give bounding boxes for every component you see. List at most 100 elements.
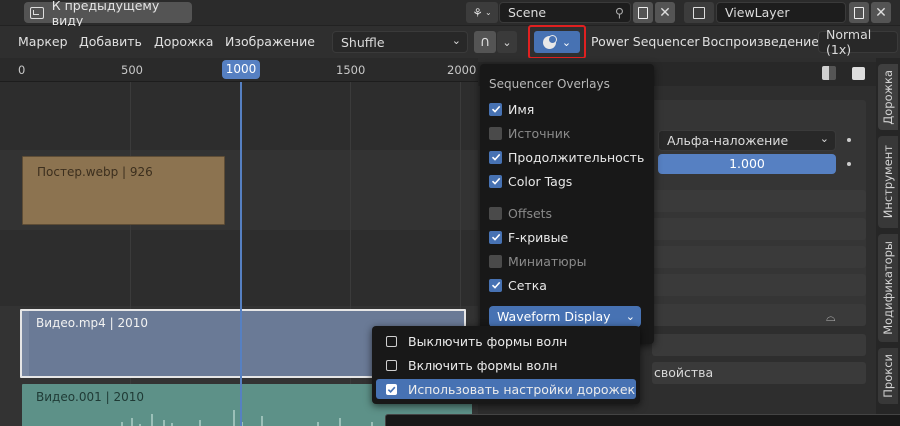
checkbox-checked-icon[interactable] (489, 174, 502, 188)
checkbox-checked-icon[interactable] (489, 102, 502, 116)
checkbox-checked-icon[interactable] (489, 278, 502, 292)
close-icon: ✕ (659, 4, 671, 21)
menu-add[interactable]: Добавить (79, 34, 142, 49)
waveform-option-label: Использовать настройки дорожек (408, 381, 636, 397)
overlay-option-label: Источник (508, 125, 571, 141)
keyframe-dot[interactable] (847, 162, 851, 166)
menu-strip[interactable]: Дорожка (154, 34, 213, 49)
tab-tool[interactable]: Инструмент (878, 136, 898, 228)
scene-copy-button[interactable] (633, 2, 653, 23)
checkbox-checked-icon[interactable] (489, 150, 502, 164)
waveform-option-use-strip-settings[interactable]: Использовать настройки дорожек (376, 379, 636, 399)
menu-power-sequencer[interactable]: Power Sequencer (591, 34, 700, 49)
scene-delete-button[interactable]: ✕ (655, 2, 675, 23)
overlays-button[interactable]: ⌄ (534, 31, 580, 53)
overlay-option-grid[interactable]: Сетка (489, 276, 547, 294)
waveform-option-on[interactable]: Включить формы волн (376, 355, 636, 375)
checkbox-unchecked-icon (386, 335, 397, 347)
panel-row (652, 334, 866, 356)
sequencer-menu-bar: Маркер Добавить Дорожка Изображение Shuf… (0, 25, 900, 59)
checkbox-checked-icon (386, 383, 397, 395)
pin-icon[interactable]: ⚲ (615, 5, 624, 20)
blend-mode-dropdown[interactable]: Альфа-наложение ⌄ (658, 130, 836, 151)
ruler-tick: 0 (18, 63, 26, 77)
checkbox-checked-icon[interactable] (489, 230, 502, 244)
panel-row (652, 274, 866, 296)
waveform-option-off[interactable]: Выключить формы волн (376, 331, 636, 351)
top-header-bar: К предыдущему виду ⚘ ⌄ Scene ⚲ ✕ ViewLaye… (0, 0, 900, 28)
viewlayer-name-field[interactable]: ViewLayer (716, 2, 846, 23)
scene-name-field[interactable]: Scene ⚲ (499, 2, 631, 23)
panel-row (652, 246, 866, 268)
overlay-option-name[interactable]: Имя (489, 100, 534, 118)
overlay-option-label: Миниатюры (508, 253, 587, 269)
waveform-display-dropdown[interactable]: Waveform Display ⌄ (489, 306, 641, 327)
chevron-down-icon: ⌄ (502, 35, 512, 49)
overlay-option-label: Продолжительность (508, 149, 645, 165)
copy-icon (638, 6, 648, 19)
viewlayer-icon (693, 6, 705, 19)
viewlayer-browse-button[interactable] (684, 2, 714, 23)
tooltip-box (385, 414, 900, 426)
checkbox-unchecked-icon[interactable] (489, 206, 502, 220)
chevron-down-icon: ⌄ (819, 132, 829, 145)
chevron-down-icon: ⌄ (451, 34, 461, 47)
ruler-tick: 2000 (447, 63, 477, 77)
opacity-slider[interactable]: 1.000 (658, 154, 836, 174)
overlay-icon (542, 34, 557, 49)
frame-ruler[interactable]: 0 500 1500 2000 1000 (0, 58, 478, 82)
ruler-tick: 500 (121, 63, 143, 77)
chevron-down-icon: ⌄ (625, 310, 635, 323)
current-frame-indicator[interactable]: 1000 (222, 60, 260, 79)
strip-color-icon[interactable] (822, 66, 836, 80)
overlay-option-source[interactable]: Источник (489, 124, 570, 142)
playback-speed-dropdown[interactable]: Normal (1x) (818, 27, 898, 57)
panel-row (652, 218, 866, 240)
tab-proxy[interactable]: Прокси (878, 348, 898, 404)
sidebar-tabs: Дорожка Инструмент Модификаторы Прокси (876, 58, 900, 426)
lock-icon[interactable]: ⌓ (826, 310, 836, 325)
overlay-option-color-tags[interactable]: Color Tags (489, 172, 572, 190)
menu-image[interactable]: Изображение (225, 34, 315, 49)
overlay-option-label: Color Tags (508, 173, 573, 189)
checkbox-unchecked-icon (386, 359, 397, 371)
checkbox-unchecked-icon[interactable] (489, 126, 502, 140)
strip-checkbox[interactable] (852, 67, 865, 80)
magnet-icon: ∩ (479, 34, 491, 50)
overlay-option-thumbnails[interactable]: Миниатюры (489, 252, 586, 270)
chevron-down-icon: ⌄ (561, 35, 572, 49)
playhead-line[interactable] (240, 82, 242, 426)
overlay-option-label: F-кривые (508, 229, 569, 245)
snap-options-button[interactable]: ⌄ (497, 31, 517, 53)
overlay-option-label: Сетка (508, 277, 547, 293)
shuffle-dropdown[interactable]: Shuffle ⌄ (332, 31, 468, 53)
tab-strip[interactable]: Дорожка (878, 64, 898, 130)
waveform-option-label: Включить формы волн (408, 357, 558, 373)
back-button-label: К предыдущему виду (51, 0, 160, 28)
channel-row (0, 230, 478, 306)
sequencer-overlays-popover: Sequencer Overlays Имя Источник Продолжите… (480, 64, 654, 344)
channel-row (0, 82, 478, 150)
checkbox-unchecked-icon[interactable] (489, 254, 502, 268)
overlay-option-offsets[interactable]: Offsets (489, 204, 552, 222)
image-strip-poster[interactable]: Постер.webp | 926 (22, 156, 225, 225)
back-to-previous-button[interactable]: К предыдущему виду (24, 0, 192, 28)
panel-row: свойства (652, 362, 866, 384)
overlay-option-duration[interactable]: Продолжительность (489, 148, 644, 166)
tab-modifiers[interactable]: Модификаторы (878, 234, 898, 342)
overlay-option-label: Имя (508, 101, 535, 117)
keyframe-dot[interactable] (847, 138, 851, 142)
waveform-option-label: Выключить формы волн (408, 333, 568, 349)
copy-icon (854, 6, 864, 19)
ruler-tick: 1500 (336, 63, 366, 77)
overlay-option-fcurves[interactable]: F-кривые (489, 228, 568, 246)
overlay-option-label: Offsets (508, 205, 553, 221)
viewlayer-delete-button[interactable]: ✕ (871, 2, 891, 23)
waveform-display-menu: Выключить формы волн Включить формы волн И… (372, 326, 640, 404)
viewlayer-copy-button[interactable] (849, 2, 869, 23)
menu-marker[interactable]: Маркер (18, 34, 68, 49)
magnet-snap-button[interactable]: ∩ (474, 31, 496, 53)
popover-title: Sequencer Overlays (489, 77, 610, 91)
panel-row (652, 190, 866, 212)
scene-browse-button[interactable]: ⚘ ⌄ (466, 2, 498, 23)
